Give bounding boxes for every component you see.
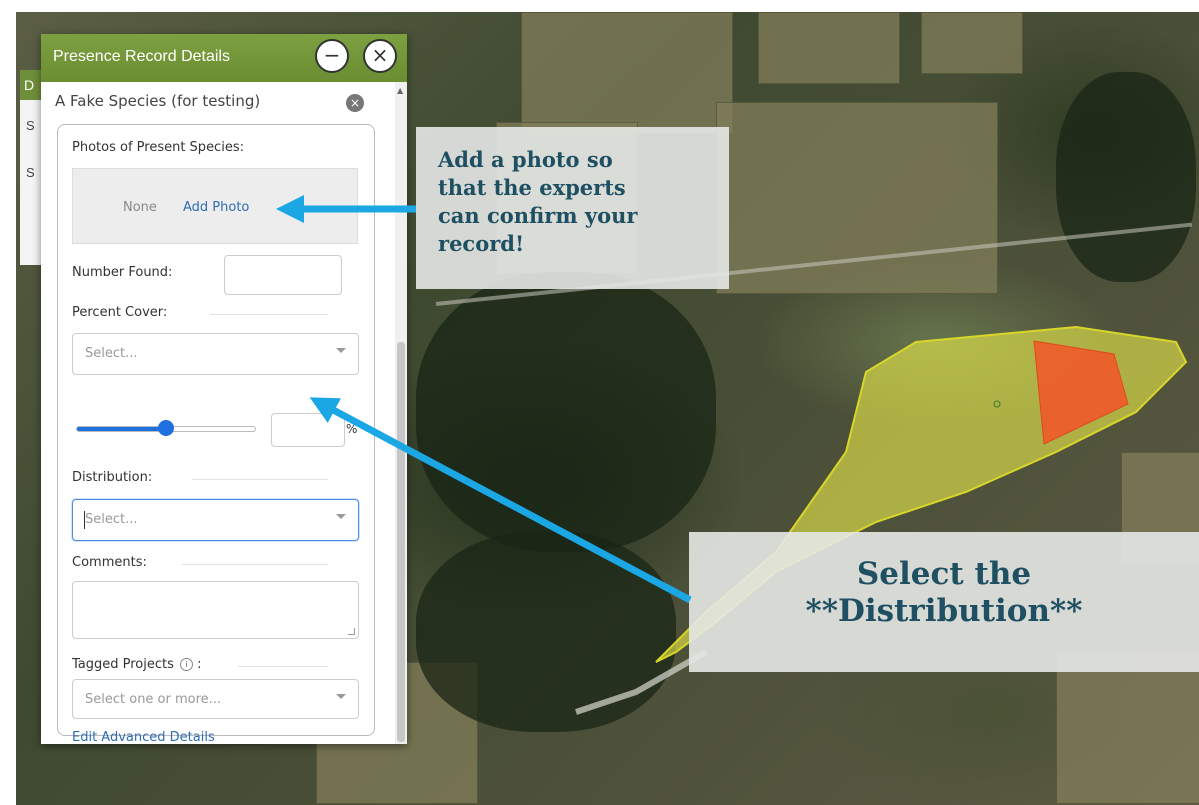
arrow-overlay	[276, 195, 692, 604]
arrow-icon	[309, 397, 692, 604]
